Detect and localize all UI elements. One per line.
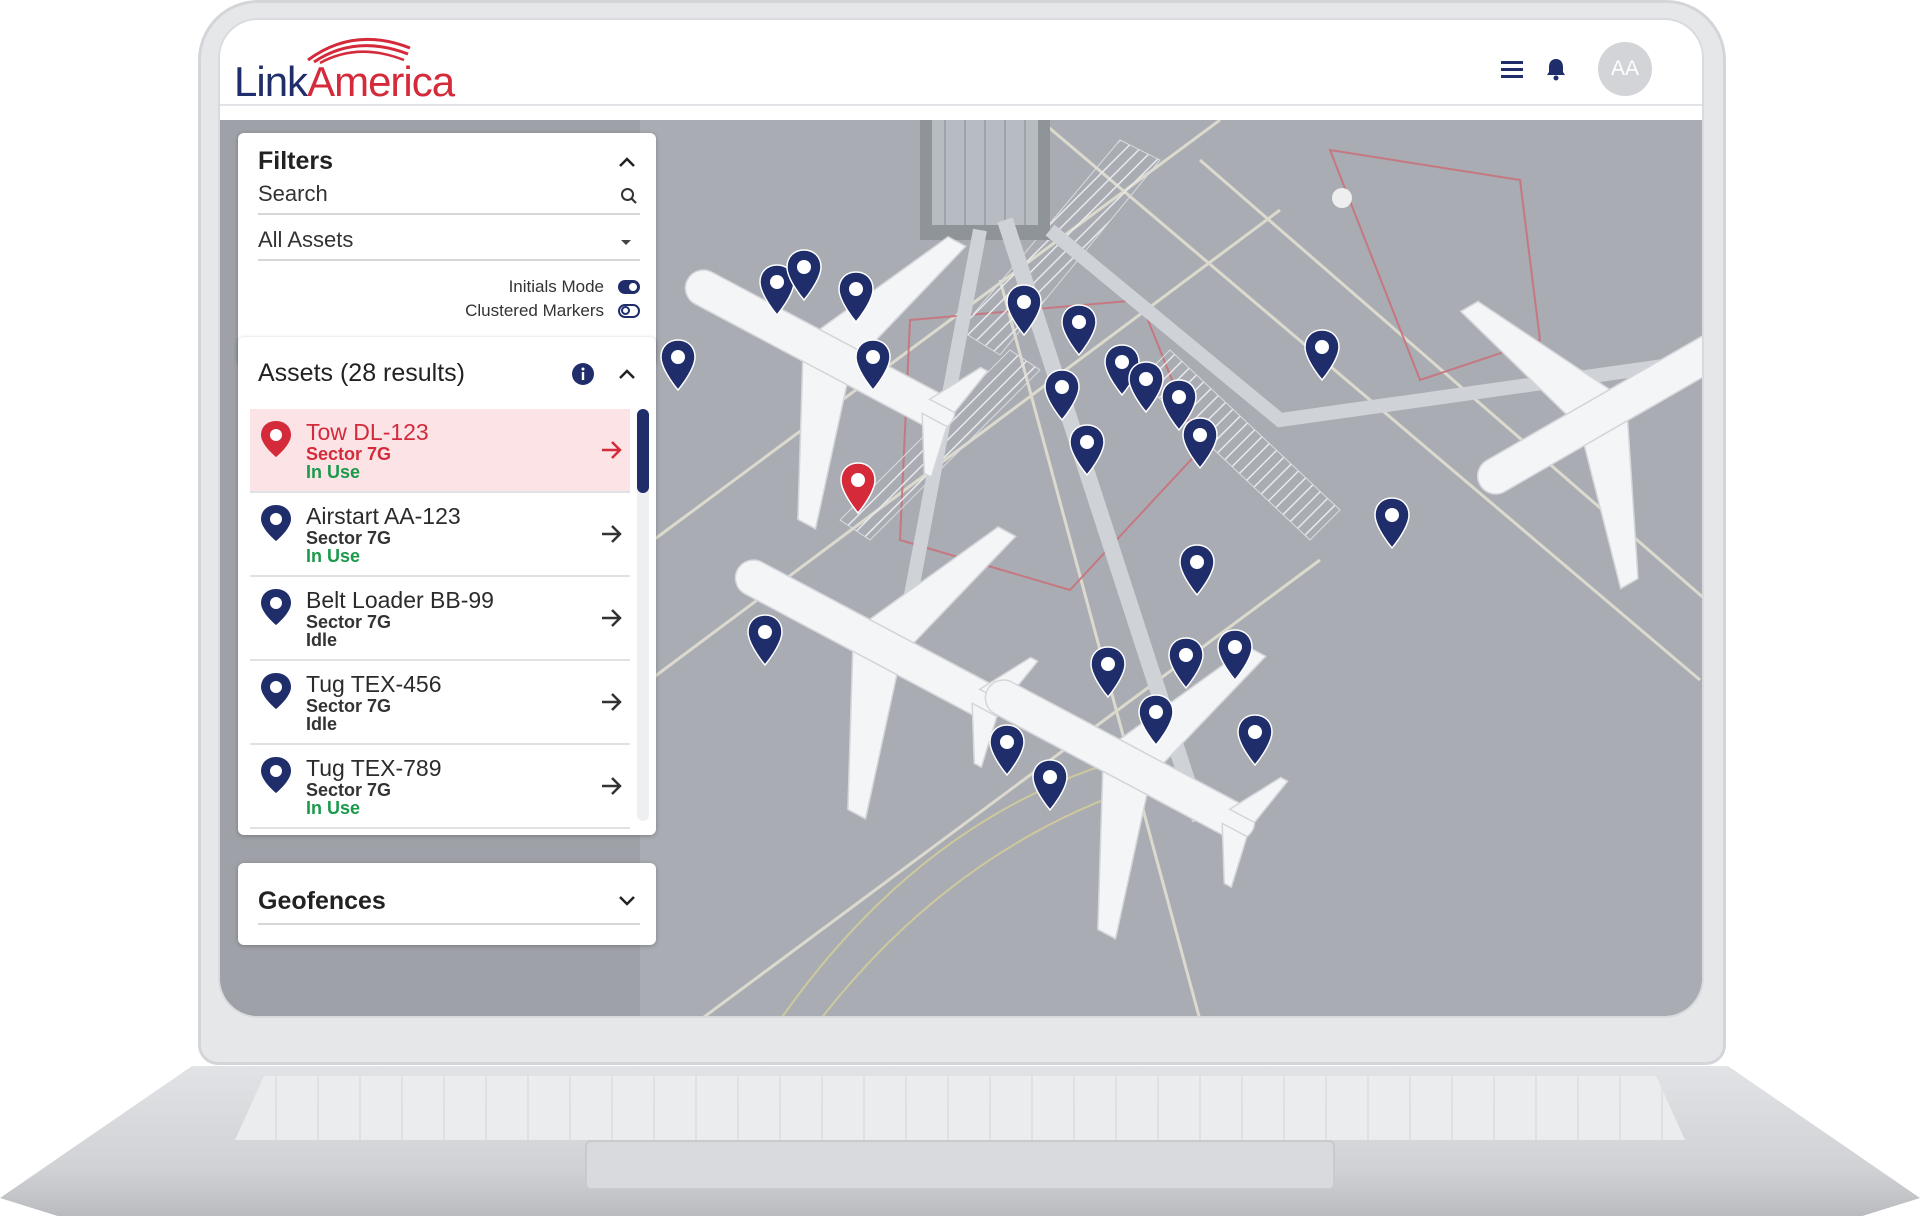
asset-list-scrollbar[interactable] bbox=[637, 409, 649, 821]
map-pin-icon[interactable] bbox=[853, 338, 893, 392]
map-pin-icon[interactable] bbox=[1235, 713, 1275, 767]
caret-down-icon bbox=[621, 240, 631, 245]
map-pin-icon[interactable] bbox=[658, 338, 698, 392]
asset-type-select[interactable]: All Assets bbox=[258, 223, 640, 261]
asset-name: Airstart AA-123 bbox=[306, 503, 461, 529]
asset-name: Tug TEX-456 bbox=[306, 671, 442, 697]
menu-icon[interactable] bbox=[1500, 57, 1524, 81]
search-icon[interactable] bbox=[620, 187, 638, 205]
asset-type-value: All Assets bbox=[258, 227, 354, 252]
map-pin-icon[interactable] bbox=[836, 270, 876, 324]
map-pin-icon[interactable] bbox=[1215, 628, 1255, 682]
assets-title: Assets (28 results) bbox=[258, 359, 466, 387]
map-pin-icon[interactable] bbox=[1030, 758, 1070, 812]
map-pin-icon bbox=[261, 757, 291, 793]
asset-name: Tug TEX-789 bbox=[306, 755, 442, 781]
app-header: LinkAmerica AA bbox=[220, 20, 1702, 106]
asset-row[interactable]: Airstart AA-123 Sector 7G In Use bbox=[250, 493, 630, 577]
map-pin-icon[interactable] bbox=[1166, 636, 1206, 690]
map-pin-icon[interactable] bbox=[1180, 416, 1220, 470]
scrollbar-thumb[interactable] bbox=[637, 409, 649, 493]
chevron-up-icon[interactable] bbox=[616, 151, 638, 173]
map-pin-icon[interactable] bbox=[1088, 645, 1128, 699]
arrow-right-icon[interactable] bbox=[600, 523, 624, 545]
geofences-divider bbox=[258, 923, 640, 925]
map-pin-icon bbox=[261, 673, 291, 709]
clustered-markers-toggle[interactable] bbox=[618, 304, 640, 318]
asset-status: In Use bbox=[306, 546, 361, 566]
geofences-panel[interactable]: Geofences bbox=[238, 863, 656, 945]
clustered-markers-label: Clustered Markers bbox=[465, 301, 604, 320]
map-pin-icon[interactable] bbox=[838, 461, 878, 515]
user-avatar[interactable]: AA bbox=[1598, 42, 1652, 96]
arrow-right-icon[interactable] bbox=[600, 775, 624, 797]
map-pin-icon[interactable] bbox=[1372, 496, 1412, 550]
asset-row[interactable]: Tug TEX-789 Sector 7G In Use bbox=[250, 745, 630, 829]
map-pin-icon[interactable] bbox=[987, 723, 1027, 777]
map-pin-icon[interactable] bbox=[784, 248, 824, 302]
asset-name: Belt Loader BB-99 bbox=[306, 587, 494, 613]
asset-name: Tow DL-123 bbox=[306, 419, 429, 445]
map-pin-icon bbox=[261, 421, 291, 457]
bell-icon[interactable] bbox=[1544, 57, 1568, 81]
arrow-right-icon[interactable] bbox=[600, 439, 624, 461]
filters-panel: Filters Search All Assets Initials Mode … bbox=[238, 133, 656, 365]
filters-title: Filters bbox=[258, 147, 334, 175]
search-input[interactable]: Search bbox=[258, 177, 640, 215]
chevron-up-icon[interactable] bbox=[616, 363, 638, 385]
map-pin-icon[interactable] bbox=[1136, 693, 1176, 747]
app-screen: LinkAmerica AA Filters Search All Assets… bbox=[218, 18, 1704, 1018]
asset-status: In Use bbox=[306, 798, 361, 818]
asset-list: Tow DL-123 Sector 7G In Use Airstart AA-… bbox=[250, 409, 630, 829]
clustered-markers-row: Clustered Markers bbox=[465, 301, 640, 321]
initials-mode-row: Initials Mode bbox=[509, 277, 640, 297]
logo-wordmark: LinkAmerica bbox=[234, 58, 455, 105]
arrow-right-icon[interactable] bbox=[600, 691, 624, 713]
arrow-right-icon[interactable] bbox=[600, 607, 624, 629]
initials-mode-label: Initials Mode bbox=[508, 277, 604, 296]
search-label: Search bbox=[258, 181, 328, 206]
info-icon[interactable] bbox=[572, 363, 594, 385]
map-pin-icon[interactable] bbox=[1177, 543, 1217, 597]
asset-status: In Use bbox=[306, 462, 361, 482]
brand-logo[interactable]: LinkAmerica bbox=[234, 30, 464, 105]
assets-panel: Assets (28 results) Tow DL-123 Sector 7G… bbox=[238, 337, 656, 835]
map-pin-icon[interactable] bbox=[1004, 283, 1044, 337]
map-pin-icon bbox=[261, 589, 291, 625]
geofences-title: Geofences bbox=[258, 887, 386, 915]
map-pin-icon bbox=[261, 505, 291, 541]
asset-row[interactable]: Tow DL-123 Sector 7G In Use bbox=[250, 409, 630, 493]
asset-status: Idle bbox=[306, 714, 338, 734]
chevron-down-icon[interactable] bbox=[616, 889, 638, 911]
asset-row[interactable]: Belt Loader BB-99 Sector 7G Idle bbox=[250, 577, 630, 661]
asset-status: Idle bbox=[306, 630, 338, 650]
asset-row[interactable]: Tug TEX-456 Sector 7G Idle bbox=[250, 661, 630, 745]
map-pin-icon[interactable] bbox=[1042, 368, 1082, 422]
header-actions: AA bbox=[1500, 42, 1652, 96]
map-pin-icon[interactable] bbox=[1059, 303, 1099, 357]
laptop-keyboard bbox=[235, 1076, 1685, 1140]
laptop-trackpad bbox=[585, 1140, 1335, 1190]
map-pin-icon[interactable] bbox=[745, 613, 785, 667]
map-pin-icon[interactable] bbox=[1302, 328, 1342, 382]
initials-mode-toggle[interactable] bbox=[618, 280, 640, 294]
map-pin-icon[interactable] bbox=[1067, 423, 1107, 477]
